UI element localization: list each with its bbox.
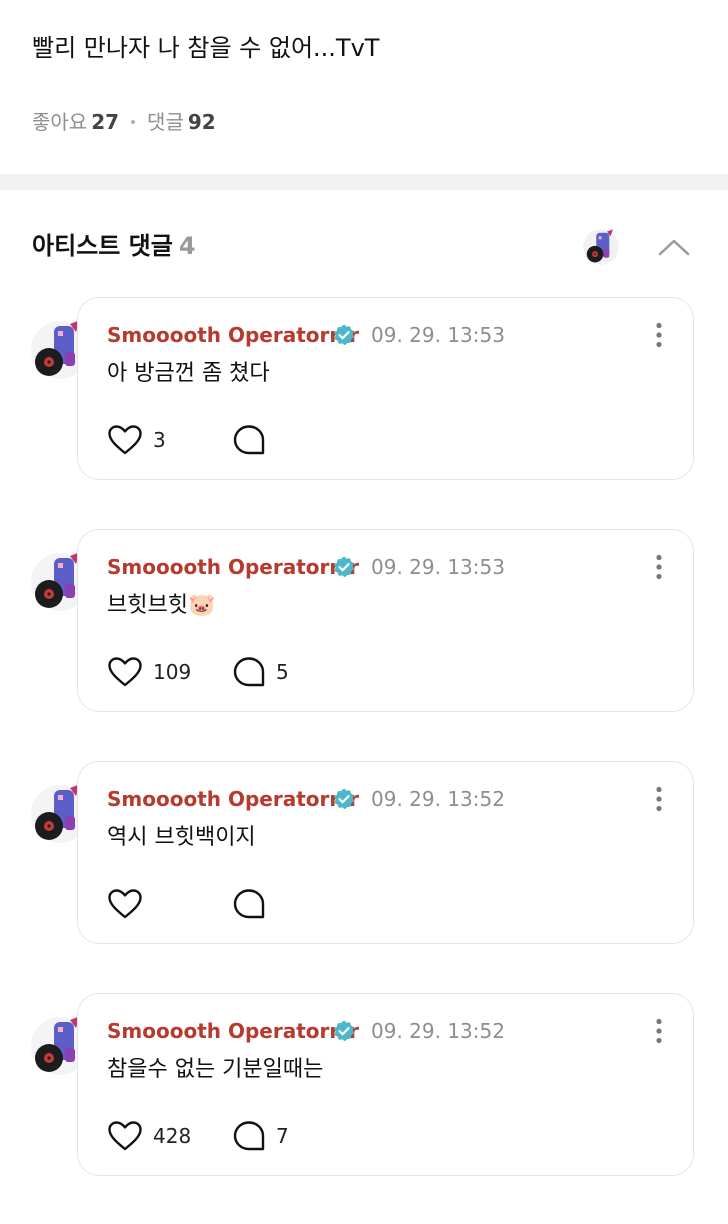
comment-timestamp: 09. 29. 13:52 <box>371 1019 505 1043</box>
section-title-label: 아티스트 댓글 <box>32 232 173 260</box>
speech-bubble-outline-icon <box>233 425 265 455</box>
vertical-ellipsis-icon <box>656 554 662 580</box>
like-button[interactable]: 3 <box>107 424 166 456</box>
more-options-button[interactable] <box>644 552 674 582</box>
like-button[interactable] <box>107 888 153 920</box>
heart-outline-icon <box>108 1121 142 1151</box>
comment-card: Smooooth Operatorrrr 09. 29. 13:52 참을수 없… <box>77 993 694 1176</box>
section-divider <box>0 174 728 190</box>
collapse-button[interactable] <box>652 228 696 266</box>
comment-item: Smooooth Operatorrrr 09. 29. 13:52 역시 브힛… <box>0 760 728 992</box>
comment-text: 아 방금껀 좀 쳤다 <box>107 361 270 386</box>
likes-count: 27 <box>91 110 120 134</box>
post-stats: 좋아요 27 댓글 92 <box>32 108 216 136</box>
verified-check-badge-icon <box>332 787 356 811</box>
like-button[interactable]: 428 <box>107 1120 191 1152</box>
heart-outline-icon <box>108 657 142 687</box>
verified-check-badge-icon <box>332 555 356 579</box>
speech-bubble-outline-icon <box>233 657 265 687</box>
vertical-ellipsis-icon <box>656 322 662 348</box>
comment-item: Smooooth Operatorrrr 09. 29. 13:53 아 방금껀… <box>0 296 728 528</box>
comments-label: 댓글 <box>147 110 184 134</box>
more-options-button[interactable] <box>644 320 674 350</box>
artist-comment-list: Smooooth Operatorrrr 09. 29. 13:53 아 방금껀… <box>0 296 728 1224</box>
comment-item: Smooooth Operatorrrr 09. 29. 13:53 브힛브힛🐷… <box>0 528 728 760</box>
comment-text: 역시 브힛백이지 <box>107 825 256 850</box>
heart-outline-icon <box>108 889 142 919</box>
vertical-ellipsis-icon <box>656 786 662 812</box>
reply-count: 7 <box>276 1124 289 1148</box>
reply-button[interactable]: 7 <box>232 1120 289 1152</box>
likes-stat[interactable]: 좋아요 27 <box>32 110 119 134</box>
more-options-button[interactable] <box>644 1016 674 1046</box>
comment-timestamp: 09. 29. 13:53 <box>371 555 505 579</box>
comment-author[interactable]: Smooooth Operatorrrr <box>107 1017 359 1045</box>
comments-count: 92 <box>187 110 216 134</box>
reply-button[interactable] <box>232 424 276 456</box>
comment-author[interactable]: Smooooth Operatorrrr <box>107 553 359 581</box>
reply-button[interactable] <box>232 888 276 920</box>
verified-check-badge-icon <box>332 323 356 347</box>
comment-text: 브힛브힛🐷 <box>107 593 216 618</box>
reply-button[interactable]: 5 <box>232 656 289 688</box>
chevron-up-icon <box>658 239 690 256</box>
verified-check-badge-icon <box>332 1019 356 1043</box>
like-count: 109 <box>153 660 192 684</box>
artist-avatar[interactable] <box>582 228 620 266</box>
comment-item: Smooooth Operatorrrr 09. 29. 13:52 참을수 없… <box>0 992 728 1224</box>
heart-outline-icon <box>108 425 142 455</box>
vertical-ellipsis-icon <box>656 1018 662 1044</box>
like-count: 3 <box>153 428 166 452</box>
comment-author[interactable]: Smooooth Operatorrrr <box>107 785 359 813</box>
more-options-button[interactable] <box>644 784 674 814</box>
speech-bubble-outline-icon <box>233 1121 265 1151</box>
comment-timestamp: 09. 29. 13:53 <box>371 323 505 347</box>
speech-bubble-outline-icon <box>233 889 265 919</box>
comment-author[interactable]: Smooooth Operatorrrr <box>107 321 359 349</box>
reply-count: 5 <box>276 660 289 684</box>
comment-timestamp: 09. 29. 13:52 <box>371 787 505 811</box>
like-count: 428 <box>153 1124 192 1148</box>
comment-card: Smooooth Operatorrrr 09. 29. 13:53 브힛브힛🐷… <box>77 529 694 712</box>
like-button[interactable]: 109 <box>107 656 191 688</box>
comment-text: 참을수 없는 기분일때는 <box>107 1057 324 1082</box>
comments-stat[interactable]: 댓글 92 <box>147 110 216 134</box>
comment-card: Smooooth Operatorrrr 09. 29. 13:53 아 방금껀… <box>77 297 694 480</box>
artist-comments-title: 아티스트 댓글 4 <box>32 229 196 263</box>
separator-dot <box>131 119 136 124</box>
likes-label: 좋아요 <box>32 110 88 134</box>
post-text: 빨리 만나자 나 참을 수 없어...TvT <box>32 34 380 62</box>
section-count: 4 <box>178 232 196 260</box>
comment-card: Smooooth Operatorrrr 09. 29. 13:52 역시 브힛… <box>77 761 694 944</box>
